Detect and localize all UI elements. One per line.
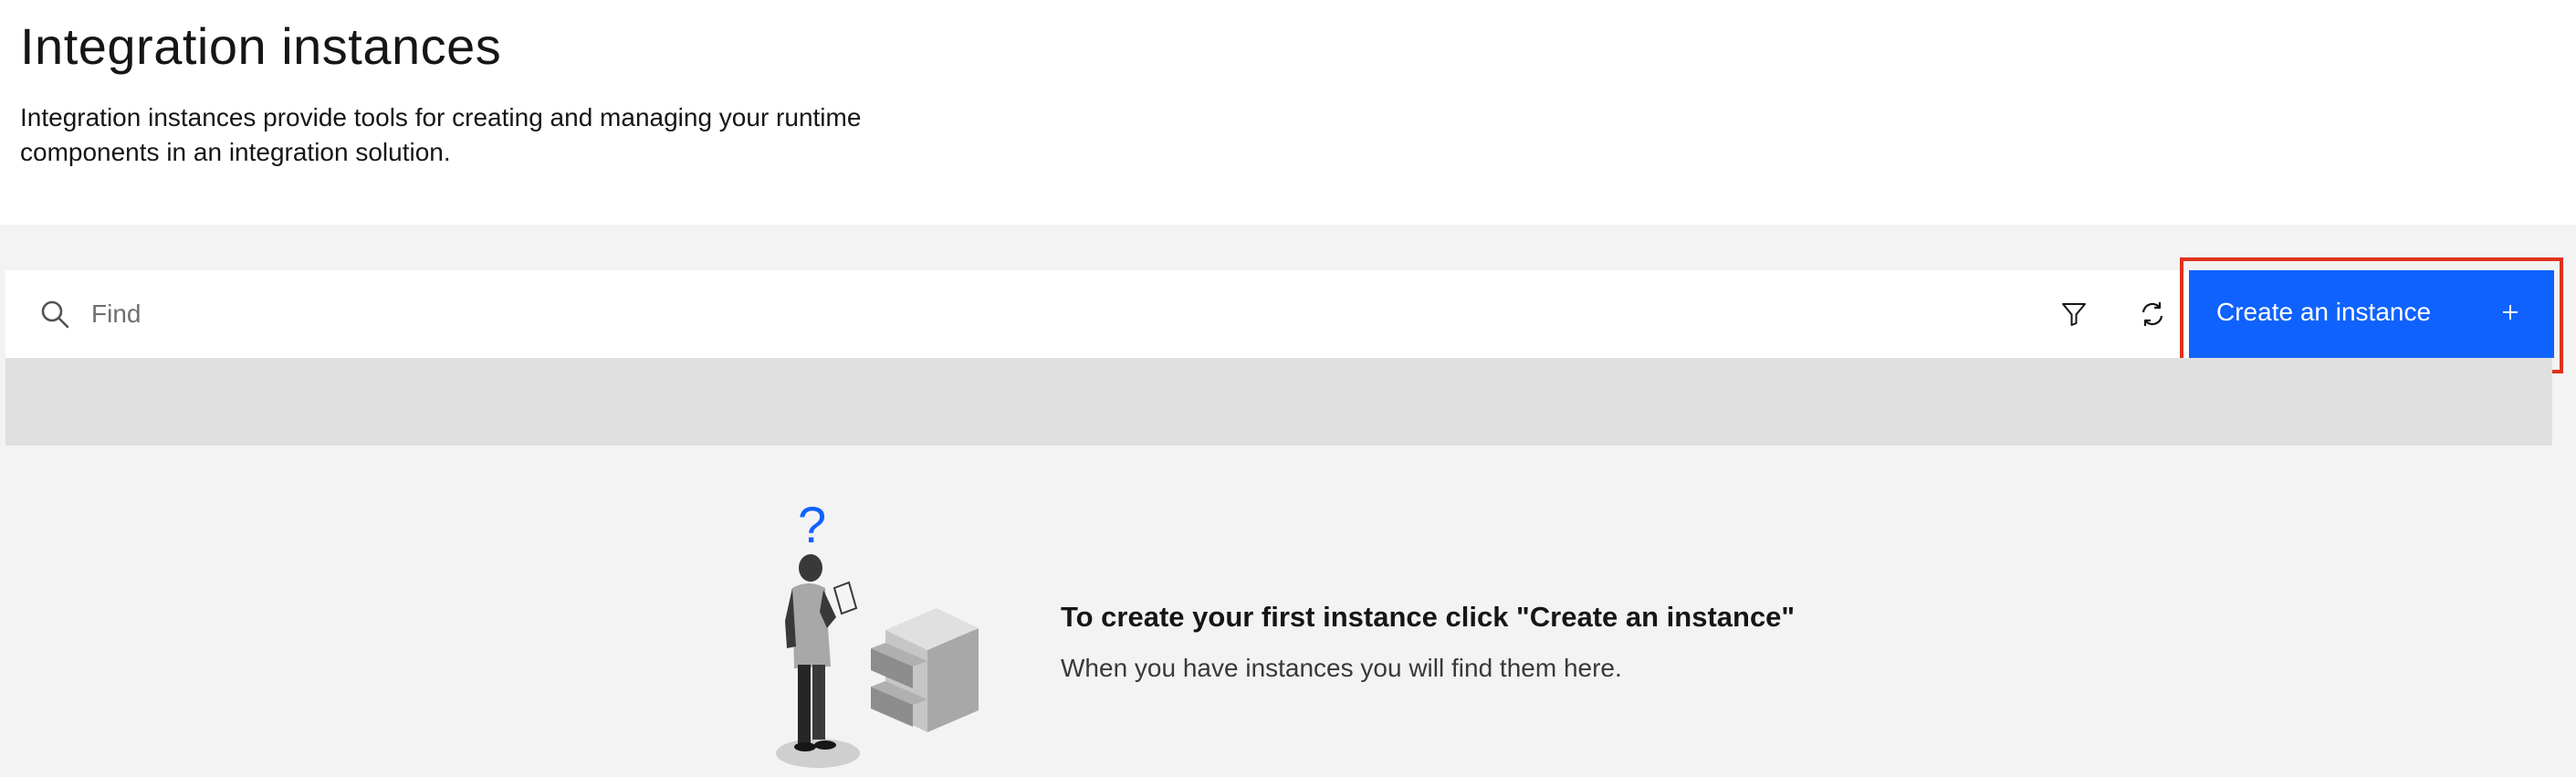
empty-state-illustration: ?	[767, 493, 1004, 772]
page-header: Integration instances Integration instan…	[0, 0, 2576, 225]
page-description: Integration instances provide tools for …	[20, 103, 862, 166]
page-title: Integration instances	[20, 17, 502, 75]
refresh-button[interactable]	[2131, 292, 2174, 336]
filter-icon	[2062, 303, 2086, 326]
table-header-row	[5, 358, 2552, 446]
create-instance-label: Create an instance	[2216, 298, 2432, 326]
question-mark-icon: ?	[798, 496, 826, 553]
table-toolbar	[5, 270, 2552, 358]
refresh-icon	[2141, 302, 2163, 326]
filter-button[interactable]	[2052, 292, 2096, 336]
search-input[interactable]	[91, 290, 1917, 338]
empty-state-subtitle: When you have instances you will find th…	[1061, 654, 1622, 682]
plus-icon	[2503, 305, 2518, 320]
create-instance-button[interactable]: Create an instance	[2189, 270, 2554, 358]
empty-state-title: To create your first instance click "Cre…	[1061, 601, 1796, 633]
search-icon	[38, 298, 71, 331]
